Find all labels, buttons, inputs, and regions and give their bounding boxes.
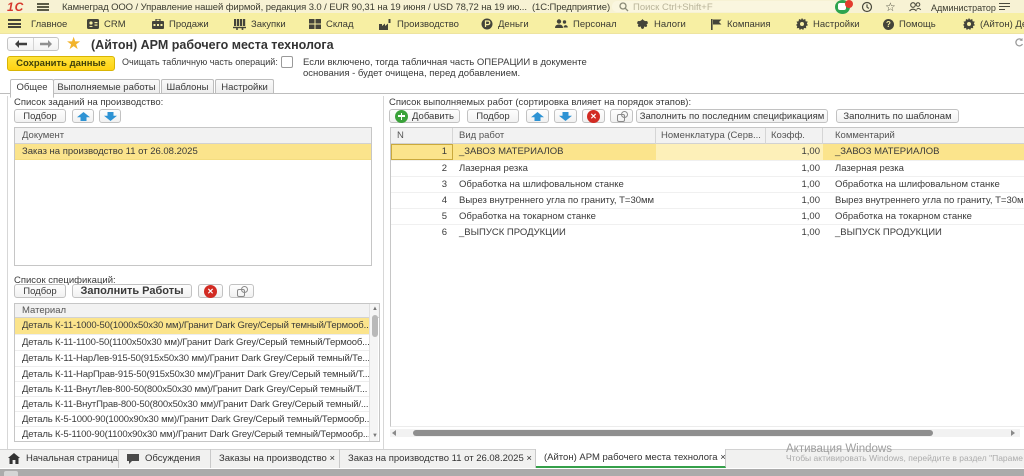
- svg-text:?: ?: [886, 20, 891, 29]
